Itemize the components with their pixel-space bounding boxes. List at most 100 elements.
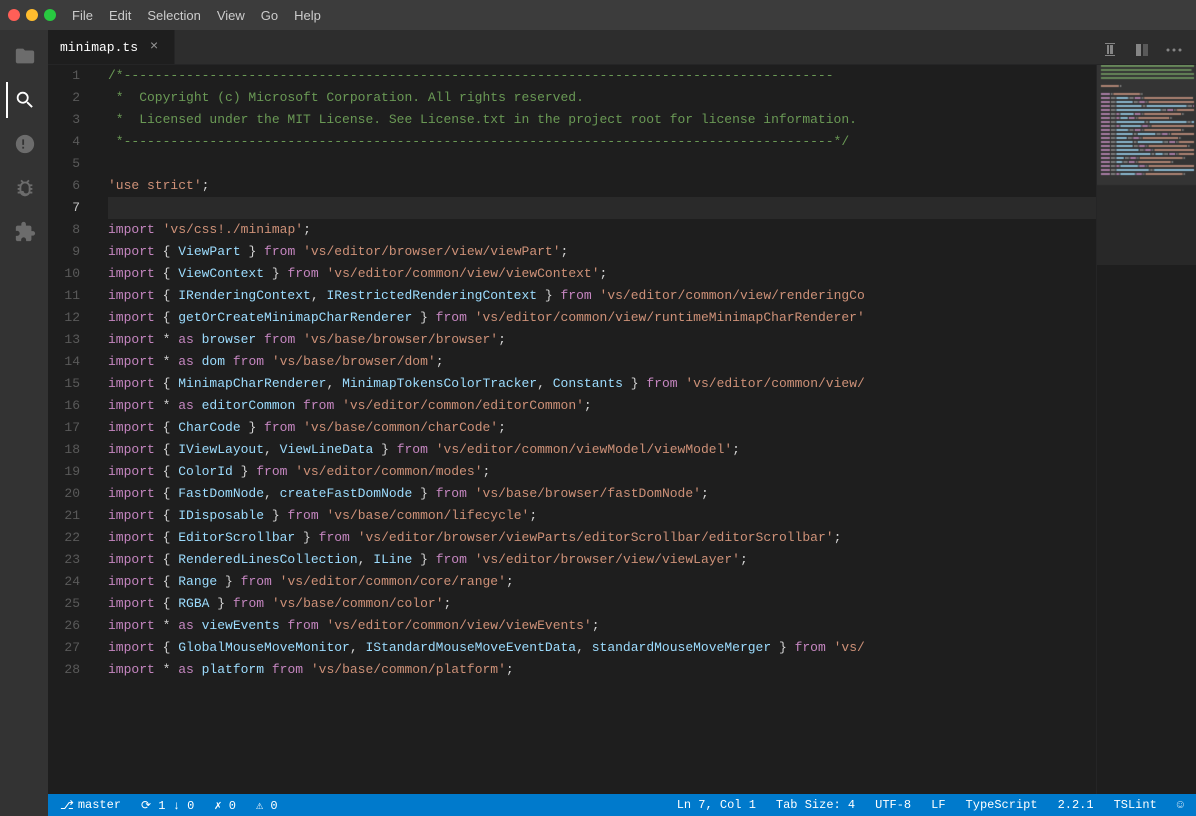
tslint-status[interactable]: TSLint (1110, 794, 1161, 816)
line-ending-status[interactable]: LF (927, 794, 949, 816)
token: { (155, 307, 178, 329)
code-line: * Copyright (c) Microsoft Corporation. A… (108, 87, 1096, 109)
code-line: import { FastDomNode, createFastDomNode … (108, 483, 1096, 505)
menu-edit[interactable]: Edit (109, 8, 131, 23)
token: from (272, 659, 303, 681)
token: dom (194, 351, 233, 373)
line-number: 25 (48, 593, 96, 615)
split-editor-button[interactable] (1096, 36, 1124, 64)
token: import (108, 571, 155, 593)
menu-selection[interactable]: Selection (147, 8, 200, 23)
menu-help[interactable]: Help (294, 8, 321, 23)
token: , (350, 637, 366, 659)
token: from (233, 593, 264, 615)
encoding-status[interactable]: UTF-8 (871, 794, 915, 816)
line-number: 8 (48, 219, 96, 241)
language-status[interactable]: TypeScript (962, 794, 1042, 816)
menu-go[interactable]: Go (261, 8, 278, 23)
token: } (217, 571, 240, 593)
token: * (155, 659, 178, 681)
explorer-icon[interactable] (6, 38, 42, 74)
token (428, 439, 436, 461)
token: ; (506, 571, 514, 593)
sync-status[interactable]: ⟳ 1 ↓ 0 (137, 794, 198, 816)
feedback-button[interactable]: ☺ (1173, 794, 1188, 816)
token: RGBA (178, 593, 209, 615)
token: 'vs/editor/common/viewModel/viewModel' (436, 439, 732, 461)
token: *---------------------------------------… (108, 131, 849, 153)
toggle-sidebar-button[interactable] (1128, 36, 1156, 64)
token (319, 263, 327, 285)
token: as (178, 659, 194, 681)
warnings-status[interactable]: ⚠ 0 (252, 794, 282, 816)
code-content[interactable]: /*--------------------------------------… (104, 65, 1096, 794)
minimap[interactable] (1096, 65, 1196, 794)
token (592, 285, 600, 307)
tab-close-button[interactable]: × (146, 39, 162, 55)
code-line: import { GlobalMouseMoveMonitor, IStanda… (108, 637, 1096, 659)
token: viewEvents (194, 615, 288, 637)
line-number: 18 (48, 439, 96, 461)
menu-file[interactable]: File (72, 8, 93, 23)
token: as (178, 329, 194, 351)
code-line: import * as editorCommon from 'vs/editor… (108, 395, 1096, 417)
token: IViewLayout (178, 439, 264, 461)
menu-view[interactable]: View (217, 8, 245, 23)
minimize-button[interactable] (26, 9, 38, 21)
branch-status[interactable]: ⎇ master (56, 794, 125, 816)
code-line (108, 153, 1096, 175)
token: ViewPart (178, 241, 240, 263)
token: { (155, 483, 178, 505)
token: 'vs/editor/browser/view/viewPart' (303, 241, 560, 263)
ts-version-label: 2.2.1 (1058, 798, 1094, 812)
token: from (561, 285, 592, 307)
language-label: TypeScript (966, 798, 1038, 812)
token: import (108, 219, 155, 241)
token: as (178, 395, 194, 417)
active-tab[interactable]: minimap.ts × (48, 30, 175, 64)
smiley-icon: ☺ (1177, 798, 1184, 812)
code-line: import { RGBA } from 'vs/base/common/col… (108, 593, 1096, 615)
errors-status[interactable]: ✗ 0 (210, 794, 240, 816)
token: * (155, 329, 178, 351)
code-line (108, 197, 1096, 219)
token: from (397, 439, 428, 461)
token: EditorScrollbar (178, 527, 295, 549)
token: as (178, 615, 194, 637)
token: from (287, 505, 318, 527)
code-line: import { CharCode } from 'vs/base/common… (108, 417, 1096, 439)
ts-version-status[interactable]: 2.2.1 (1054, 794, 1098, 816)
code-line: * Licensed under the MIT License. See Li… (108, 109, 1096, 131)
close-button[interactable] (8, 9, 20, 21)
source-control-icon[interactable] (6, 126, 42, 162)
token: import (108, 395, 155, 417)
token: } (264, 263, 287, 285)
extensions-icon[interactable] (6, 214, 42, 250)
token: { (155, 439, 178, 461)
token: ; (600, 263, 608, 285)
token: } (241, 241, 264, 263)
token: ; (701, 483, 709, 505)
token: ; (740, 549, 748, 571)
code-line: import { IDisposable } from 'vs/base/com… (108, 505, 1096, 527)
token: import (108, 285, 155, 307)
token: import (108, 461, 155, 483)
code-editor[interactable]: 1234567891011121314151617181920212223242… (48, 65, 1196, 794)
maximize-button[interactable] (44, 9, 56, 21)
status-right: Ln 7, Col 1 Tab Size: 4 UTF-8 LF TypeScr… (673, 794, 1188, 816)
debug-icon[interactable] (6, 170, 42, 206)
token: Range (178, 571, 217, 593)
tab-size-status[interactable]: Tab Size: 4 (772, 794, 859, 816)
token: ; (584, 395, 592, 417)
activity-bar (0, 30, 48, 816)
token: ; (498, 329, 506, 351)
token: 'vs/base/browser/fastDomNode' (475, 483, 701, 505)
cursor-position[interactable]: Ln 7, Col 1 (673, 794, 760, 816)
line-number: 21 (48, 505, 96, 527)
line-number: 4 (48, 131, 96, 153)
search-icon[interactable] (6, 82, 42, 118)
more-actions-button[interactable] (1160, 36, 1188, 64)
token: ; (506, 659, 514, 681)
token (826, 637, 834, 659)
errors-label: ✗ 0 (214, 798, 236, 813)
